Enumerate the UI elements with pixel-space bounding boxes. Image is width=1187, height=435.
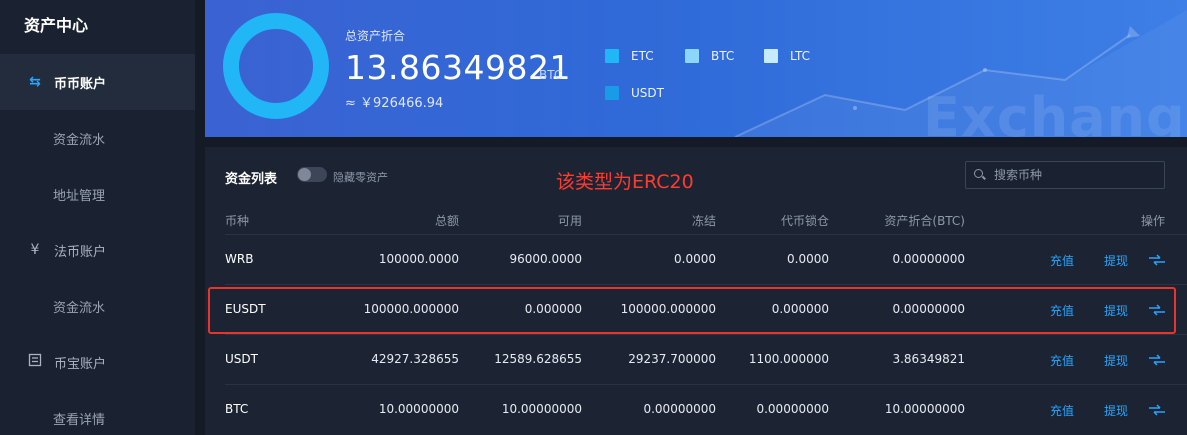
column-header-btc-value: 资产折合(BTC) xyxy=(884,214,965,228)
cell-total: 100000.000000 xyxy=(363,302,459,316)
cell-frozen: 0.00000000 xyxy=(643,402,716,416)
cell-frozen: 100000.000000 xyxy=(620,302,716,316)
sidebar-title: 资产中心 xyxy=(24,16,89,35)
cell-btc-value: 3.86349821 xyxy=(892,352,965,366)
legend-item-etc: ETC xyxy=(605,49,654,63)
total-assets-label: 总资产折合 xyxy=(345,29,406,43)
deposit-link[interactable]: 充值 xyxy=(1050,402,1074,419)
hide-zero-assets-toggle[interactable] xyxy=(297,167,327,182)
legend-label: ETC xyxy=(631,49,654,63)
erc20-annotation: 该类型为ERC20 xyxy=(556,171,694,193)
exchange-watermark: Exchange xyxy=(923,86,1187,137)
deposit-link[interactable]: 充值 xyxy=(1050,302,1074,319)
cell-locked: 0.0000 xyxy=(787,252,829,266)
legend-swatch xyxy=(605,86,619,100)
cell-frozen: 29237.700000 xyxy=(628,352,716,366)
sidebar-item-address-management[interactable]: 地址管理 xyxy=(0,166,195,222)
legend-label: BTC xyxy=(711,49,735,63)
withdraw-link[interactable]: 提现 xyxy=(1104,352,1128,369)
asset-list-title: 资金列表 xyxy=(225,172,278,187)
cell-btc-value: 0.00000000 xyxy=(892,302,965,316)
sidebar-item-vault-account[interactable]: 币宝账户 xyxy=(0,334,195,390)
cell-frozen: 0.0000 xyxy=(674,252,716,266)
asset-summary-banner: Exchange 总资产折合 13.86349821 BTC ≈ ￥926466… xyxy=(205,0,1187,137)
transfer-icon[interactable] xyxy=(1148,354,1166,366)
row-divider xyxy=(225,384,1187,385)
transfer-icon[interactable] xyxy=(1148,304,1166,316)
sidebar-item-label: 地址管理 xyxy=(53,188,106,204)
total-assets-unit: BTC xyxy=(539,68,563,82)
toggle-knob xyxy=(298,168,311,181)
column-header-actions: 操作 xyxy=(1140,214,1165,228)
cell-btc-value: 0.00000000 xyxy=(892,252,965,266)
sidebar-item-spot-account[interactable]: ⇆ 币币账户 xyxy=(0,54,195,110)
row-divider xyxy=(225,334,1187,335)
sidebar-item-label: 币币账户 xyxy=(54,76,107,92)
sidebar-item-fiat-fund-flow[interactable]: 资金流水 xyxy=(0,278,195,334)
coin-search-box[interactable] xyxy=(965,161,1165,189)
search-icon xyxy=(974,169,986,181)
column-header-frozen: 冻结 xyxy=(691,214,716,228)
cell-available: 96000.0000 xyxy=(509,252,582,266)
cell-available: 10.00000000 xyxy=(501,402,582,416)
total-assets-cny: ≈ ￥926466.94 xyxy=(345,96,444,111)
cell-available: 12589.628655 xyxy=(494,352,582,366)
legend-label: USDT xyxy=(631,86,664,100)
asset-list-panel: 资金列表 隐藏零资产 该类型为ERC20 币种 总额 可用 冻结 代币锁仓 资产… xyxy=(205,147,1187,435)
legend-item-btc: BTC xyxy=(685,49,734,63)
withdraw-link[interactable]: 提现 xyxy=(1104,252,1128,269)
row-divider xyxy=(225,284,1187,285)
column-header-coin: 币种 xyxy=(225,214,250,228)
cell-locked: 0.000000 xyxy=(771,302,829,316)
sidebar-item-label: 币宝账户 xyxy=(54,356,107,372)
legend-swatch xyxy=(685,49,699,63)
sidebar-item-label: 资金流水 xyxy=(53,132,106,148)
withdraw-link[interactable]: 提现 xyxy=(1104,402,1128,419)
legend-item-ltc: LTC xyxy=(764,49,810,63)
hide-zero-assets-label: 隐藏零资产 xyxy=(333,171,388,184)
deposit-link[interactable]: 充值 xyxy=(1050,252,1074,269)
legend-swatch xyxy=(764,49,778,63)
transfer-icon[interactable] xyxy=(1148,254,1166,266)
deposit-link[interactable]: 充值 xyxy=(1050,352,1074,369)
cell-coin: WRB xyxy=(225,252,254,266)
cell-total: 100000.0000 xyxy=(378,252,459,266)
column-header-total: 总额 xyxy=(434,214,459,228)
withdraw-link[interactable]: 提现 xyxy=(1104,302,1128,319)
cell-coin: USDT xyxy=(225,352,258,366)
header-divider xyxy=(225,234,1187,235)
transfer-icon[interactable] xyxy=(1148,404,1166,416)
sidebar-item-label: 查看详情 xyxy=(53,412,106,428)
sidebar-item-view-details[interactable]: 查看详情 xyxy=(0,390,195,435)
yen-icon: ¥ xyxy=(30,242,40,258)
vault-icon xyxy=(26,353,44,371)
column-header-available: 可用 xyxy=(557,214,582,228)
legend-swatch xyxy=(605,49,619,63)
asset-donut-chart xyxy=(223,13,329,119)
legend-item-usdt: USDT xyxy=(605,86,664,100)
column-header-locked: 代币锁仓 xyxy=(780,214,829,228)
cell-total: 42927.328655 xyxy=(371,352,459,366)
coin-search-input[interactable] xyxy=(994,168,1154,182)
cell-coin: EUSDT xyxy=(225,302,266,316)
cell-available: 0.000000 xyxy=(524,302,582,316)
swap-arrows-icon: ⇆ xyxy=(29,74,41,90)
cell-btc-value: 10.00000000 xyxy=(884,402,965,416)
cell-coin: BTC xyxy=(225,402,249,416)
cell-locked: 1100.000000 xyxy=(748,352,829,366)
total-assets-value: 13.86349821 xyxy=(345,48,571,87)
cell-locked: 0.00000000 xyxy=(756,402,829,416)
legend-label: LTC xyxy=(790,49,811,63)
sidebar-item-label: 资金流水 xyxy=(53,300,106,316)
sidebar-item-fiat-account[interactable]: ¥ 法币账户 xyxy=(0,222,195,278)
sidebar: 资产中心 ⇆ 币币账户 资金流水 地址管理 ¥ 法币账户 资金流水 币宝账户 查… xyxy=(0,0,195,435)
cell-total: 10.00000000 xyxy=(378,402,459,416)
sidebar-item-label: 法币账户 xyxy=(54,244,107,260)
sidebar-item-spot-fund-flow[interactable]: 资金流水 xyxy=(0,110,195,166)
